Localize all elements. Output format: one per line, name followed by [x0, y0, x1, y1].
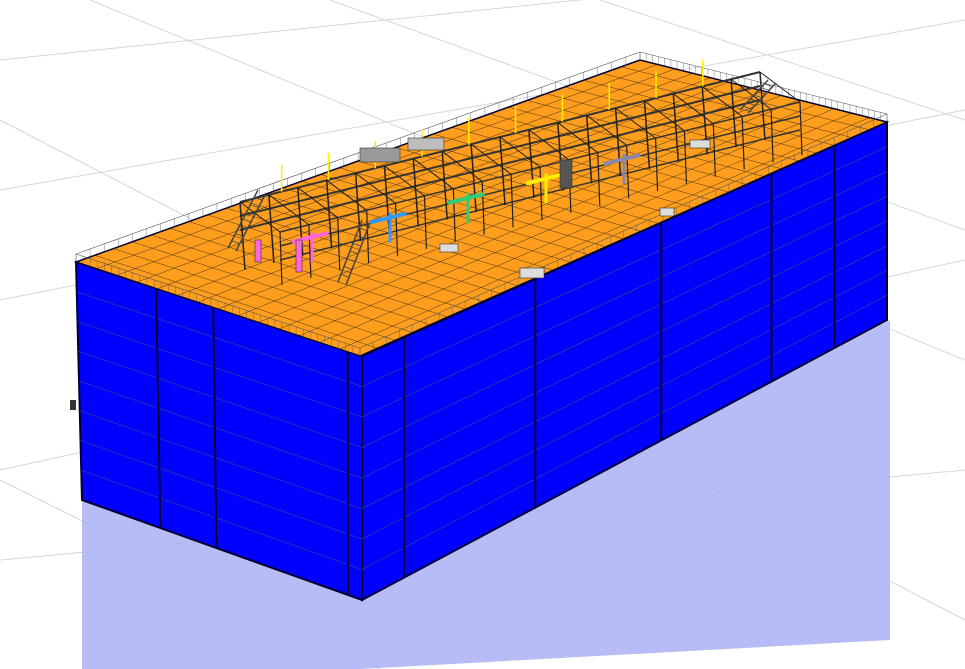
- equipment-block: [439, 243, 459, 253]
- equipment-block: [407, 137, 445, 151]
- floor-grid-line: [0, 0, 584, 61]
- equipment-block: [359, 147, 401, 163]
- equipment-block: [659, 207, 675, 217]
- equipment-block: [254, 239, 262, 263]
- barge-model-scene[interactable]: [0, 0, 965, 669]
- equipment-block: [689, 139, 711, 149]
- equipment-block: [519, 267, 545, 279]
- equipment-block: [295, 239, 303, 273]
- equipment-block: [559, 159, 573, 189]
- 3d-viewport[interactable]: [0, 0, 965, 669]
- anchor-marker-icon: [70, 400, 76, 410]
